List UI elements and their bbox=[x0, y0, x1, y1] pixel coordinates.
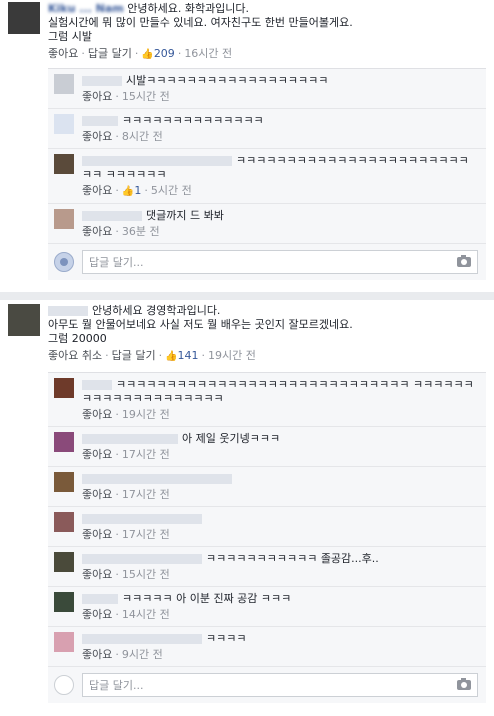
camera-icon[interactable] bbox=[457, 678, 471, 690]
author-name[interactable]: Kiku ... Nam bbox=[48, 2, 124, 15]
list-item: ㅋㅋㅋㅋㅋ 아 이분 진짜 공감 ㅋㅋㅋ 좋아요 · 14시간 전 bbox=[48, 587, 486, 627]
like-button[interactable]: 좋아요 bbox=[82, 608, 112, 621]
thumbs-up-icon: 👍 bbox=[165, 351, 178, 362]
timestamp[interactable]: 8시간 전 bbox=[122, 130, 163, 143]
timestamp[interactable]: 17시간 전 bbox=[122, 528, 170, 541]
like-button[interactable]: 좋아요 bbox=[82, 648, 112, 661]
reply-composer: 답글 달기... bbox=[48, 244, 486, 280]
avatar[interactable] bbox=[54, 552, 74, 572]
timestamp[interactable]: 15시간 전 bbox=[122, 568, 170, 581]
like-button[interactable]: 좋아요 bbox=[82, 448, 112, 461]
timestamp[interactable]: 14시간 전 bbox=[122, 608, 170, 621]
like-count[interactable]: 141 bbox=[178, 349, 199, 362]
like-button[interactable]: 좋아요 bbox=[82, 184, 112, 197]
user-avatar-icon bbox=[54, 252, 74, 272]
post-line: 안녕하세요 경영학과입니다. bbox=[92, 304, 221, 317]
list-item: ㅋㅋㅋㅋㅋㅋㅋㅋㅋㅋㅋㅋㅋㅋ 좋아요 · 8시간 전 bbox=[48, 109, 486, 149]
reply-text: ㅋㅋㅋㅋㅋ 아 이분 진짜 공감 ㅋㅋㅋ bbox=[122, 592, 292, 605]
author-avatar[interactable] bbox=[8, 2, 40, 34]
list-item: 댓글까지 드 봐봐 좋아요 · 36분 전 bbox=[48, 204, 486, 244]
timestamp[interactable]: 19시간 전 bbox=[122, 408, 170, 421]
reply-composer: 답글 달기... bbox=[48, 667, 486, 703]
list-item: ㅋㅋㅋㅋㅋㅋㅋㅋㅋㅋㅋㅋㅋㅋㅋㅋㅋㅋㅋㅋㅋㅋㅋㅋㅋㅋㅋㅋㅋ ㅋㅋㅋㅋㅋㅋㅋㅋㅋㅋ… bbox=[48, 373, 486, 427]
reply-list: 시발ㅋㅋㅋㅋㅋㅋㅋㅋㅋㅋㅋㅋㅋㅋㅋㅋㅋㅋ 좋아요 · 15시간 전 ㅋㅋㅋㅋㅋㅋㅋㅋ… bbox=[48, 68, 486, 280]
avatar[interactable] bbox=[54, 512, 74, 532]
reply-text: ㅋㅋㅋㅋㅋㅋㅋㅋㅋㅋㅋ 졸공감...후.. bbox=[206, 552, 379, 565]
timestamp[interactable]: 16시간 전 bbox=[184, 47, 232, 60]
list-item: ㅋㅋㅋㅋ 좋아요 · 9시간 전 bbox=[48, 627, 486, 667]
post-line: 실험시간에 뭐 많이 만들수 있네요. 여자친구도 한번 만들어볼게요. bbox=[48, 16, 353, 29]
avatar[interactable] bbox=[54, 154, 74, 174]
reply-button[interactable]: 답글 달기 bbox=[88, 47, 132, 60]
like-button[interactable]: 좋아요 bbox=[82, 528, 112, 541]
post-business: 안녕하세요 경영학과입니다. 아무도 뭘 안물어보네요 사실 저도 뭘 배우는 … bbox=[0, 300, 494, 716]
reply-text: ㅋㅋㅋㅋㅋㅋㅋㅋㅋㅋㅋㅋㅋㅋ bbox=[122, 114, 264, 127]
author-avatar[interactable] bbox=[8, 304, 40, 336]
avatar[interactable] bbox=[54, 472, 74, 492]
avatar[interactable] bbox=[54, 209, 74, 229]
user-avatar-icon bbox=[54, 675, 74, 695]
list-item: 시발ㅋㅋㅋㅋㅋㅋㅋㅋㅋㅋㅋㅋㅋㅋㅋㅋㅋㅋ 좋아요 · 15시간 전 bbox=[48, 69, 486, 109]
reply-text: ㅋㅋㅋㅋㅋㅋㅋㅋㅋㅋㅋㅋㅋㅋㅋㅋㅋㅋㅋㅋㅋㅋㅋㅋㅋㅋㅋㅋㅋ ㅋㅋㅋㅋㅋㅋㅋㅋㅋㅋ… bbox=[82, 378, 474, 405]
unlike-button[interactable]: 좋아요 취소 bbox=[48, 349, 102, 362]
like-button[interactable]: 좋아요 bbox=[82, 90, 112, 103]
reply-input[interactable]: 답글 달기... bbox=[82, 673, 478, 697]
like-count[interactable]: 1 bbox=[134, 184, 141, 197]
like-button[interactable]: 좋아요 bbox=[82, 488, 112, 501]
post-line: 그럼 시발 bbox=[48, 30, 92, 43]
like-button[interactable]: 좋아요 bbox=[48, 47, 78, 60]
thumbs-up-icon: 👍 bbox=[141, 49, 154, 60]
avatar[interactable] bbox=[54, 114, 74, 134]
timestamp[interactable]: 17시간 전 bbox=[122, 448, 170, 461]
reply-text: 댓글까지 드 봐봐 bbox=[146, 209, 224, 222]
camera-icon[interactable] bbox=[457, 255, 471, 267]
avatar[interactable] bbox=[54, 632, 74, 652]
list-item: ㅋㅋㅋㅋㅋㅋㅋㅋㅋㅋㅋㅋㅋㅋㅋㅋㅋㅋㅋㅋㅋㅋㅋㅋㅋ ㅋㅋㅋㅋㅋㅋ 좋아요 · 👍1 ·… bbox=[48, 149, 486, 204]
timestamp[interactable]: 36분 전 bbox=[122, 225, 160, 238]
avatar[interactable] bbox=[54, 378, 74, 398]
reply-button[interactable]: 답글 달기 bbox=[112, 349, 156, 362]
reply-text: 아 제일 웃기넹ㅋㅋㅋ bbox=[182, 432, 281, 445]
list-item: 좋아요 · 17시간 전 bbox=[48, 507, 486, 547]
timestamp[interactable]: 15시간 전 bbox=[122, 90, 170, 103]
list-item: 아 제일 웃기넹ㅋㅋㅋ 좋아요 · 17시간 전 bbox=[48, 427, 486, 467]
timestamp[interactable]: 9시간 전 bbox=[122, 648, 163, 661]
like-button[interactable]: 좋아요 bbox=[82, 408, 112, 421]
timestamp[interactable]: 17시간 전 bbox=[122, 488, 170, 501]
reply-input[interactable]: 답글 달기... bbox=[82, 250, 478, 274]
reply-list: ㅋㅋㅋㅋㅋㅋㅋㅋㅋㅋㅋㅋㅋㅋㅋㅋㅋㅋㅋㅋㅋㅋㅋㅋㅋㅋㅋㅋㅋ ㅋㅋㅋㅋㅋㅋㅋㅋㅋㅋ… bbox=[48, 372, 486, 703]
avatar[interactable] bbox=[54, 432, 74, 452]
list-item: ㅋㅋㅋㅋㅋㅋㅋㅋㅋㅋㅋ 졸공감...후.. 좋아요 · 15시간 전 bbox=[48, 547, 486, 587]
list-item: 좋아요 · 17시간 전 bbox=[48, 467, 486, 507]
thumbs-up-icon: 👍 bbox=[121, 186, 135, 197]
post-line: 그럼 20000 bbox=[48, 332, 107, 345]
timestamp[interactable]: 19시간 전 bbox=[208, 349, 256, 362]
timestamp[interactable]: 5시간 전 bbox=[151, 184, 192, 197]
post-line: 안녕하세요. 화학과입니다. bbox=[127, 2, 250, 15]
avatar[interactable] bbox=[54, 592, 74, 612]
avatar[interactable] bbox=[54, 74, 74, 94]
reply-text: ㅋㅋㅋㅋ bbox=[206, 632, 247, 645]
reply-input-placeholder: 답글 달기... bbox=[89, 256, 144, 269]
like-button[interactable]: 좋아요 bbox=[82, 225, 112, 238]
post-chemistry: Kiku ... Nam 안녕하세요. 화학과입니다. 실험시간에 뭐 많이 만… bbox=[0, 0, 494, 292]
post-line: 아무도 뭘 안물어보네요 사실 저도 뭘 배우는 곳인지 잘모르겠네요. bbox=[48, 318, 353, 331]
reply-text: 시발ㅋㅋㅋㅋㅋㅋㅋㅋㅋㅋㅋㅋㅋㅋㅋㅋㅋㅋ bbox=[126, 74, 329, 87]
like-count[interactable]: 209 bbox=[154, 47, 175, 60]
like-button[interactable]: 좋아요 bbox=[82, 130, 112, 143]
reply-input-placeholder: 답글 달기... bbox=[89, 679, 144, 692]
like-button[interactable]: 좋아요 bbox=[82, 568, 112, 581]
